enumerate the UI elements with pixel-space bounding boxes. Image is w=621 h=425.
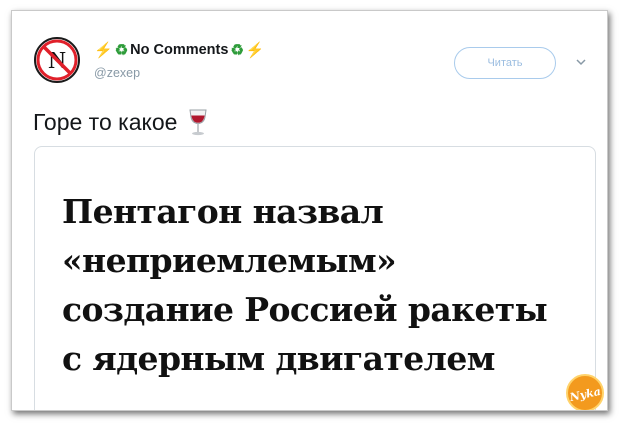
display-name-text: No Comments <box>130 42 229 58</box>
lightning-icon: ⚡ <box>245 41 265 59</box>
recycle-icon: ♻ <box>230 41 244 59</box>
recycle-icon: ♻ <box>114 41 129 59</box>
headline-line: с ядерным двигателем <box>62 339 495 378</box>
no-comments-logo-icon: N <box>36 39 78 81</box>
tweet-text-content: Горе то какое <box>33 108 178 135</box>
user-avatar[interactable]: N <box>34 37 80 83</box>
follow-button[interactable]: Читать <box>454 47 556 79</box>
nyka-watermark-logo: Nyka <box>565 373 605 410</box>
tweet-text: Горе то какое <box>33 108 209 136</box>
lightning-icon: ⚡ <box>94 41 113 59</box>
headline-line: «неприемлемым» <box>62 241 397 280</box>
chevron-down-icon[interactable] <box>574 55 588 69</box>
headline-line: Пентагон назвал <box>62 192 384 231</box>
display-name[interactable]: ⚡ ♻ No Comments ♻ ⚡ <box>94 39 265 61</box>
user-handle[interactable]: @zexep <box>94 66 140 80</box>
wine-glass-icon <box>187 108 209 136</box>
card-headline: Пентагон назвал «неприемлемым» создание … <box>62 187 582 383</box>
headline-line: создание Россией ракеты <box>62 290 548 329</box>
link-card[interactable]: Пентагон назвал «неприемлемым» создание … <box>34 146 596 410</box>
tweet-screenshot-frame: N ⚡ ♻ No Comments ♻ ⚡ @zexep Читать Горе… <box>11 10 608 411</box>
